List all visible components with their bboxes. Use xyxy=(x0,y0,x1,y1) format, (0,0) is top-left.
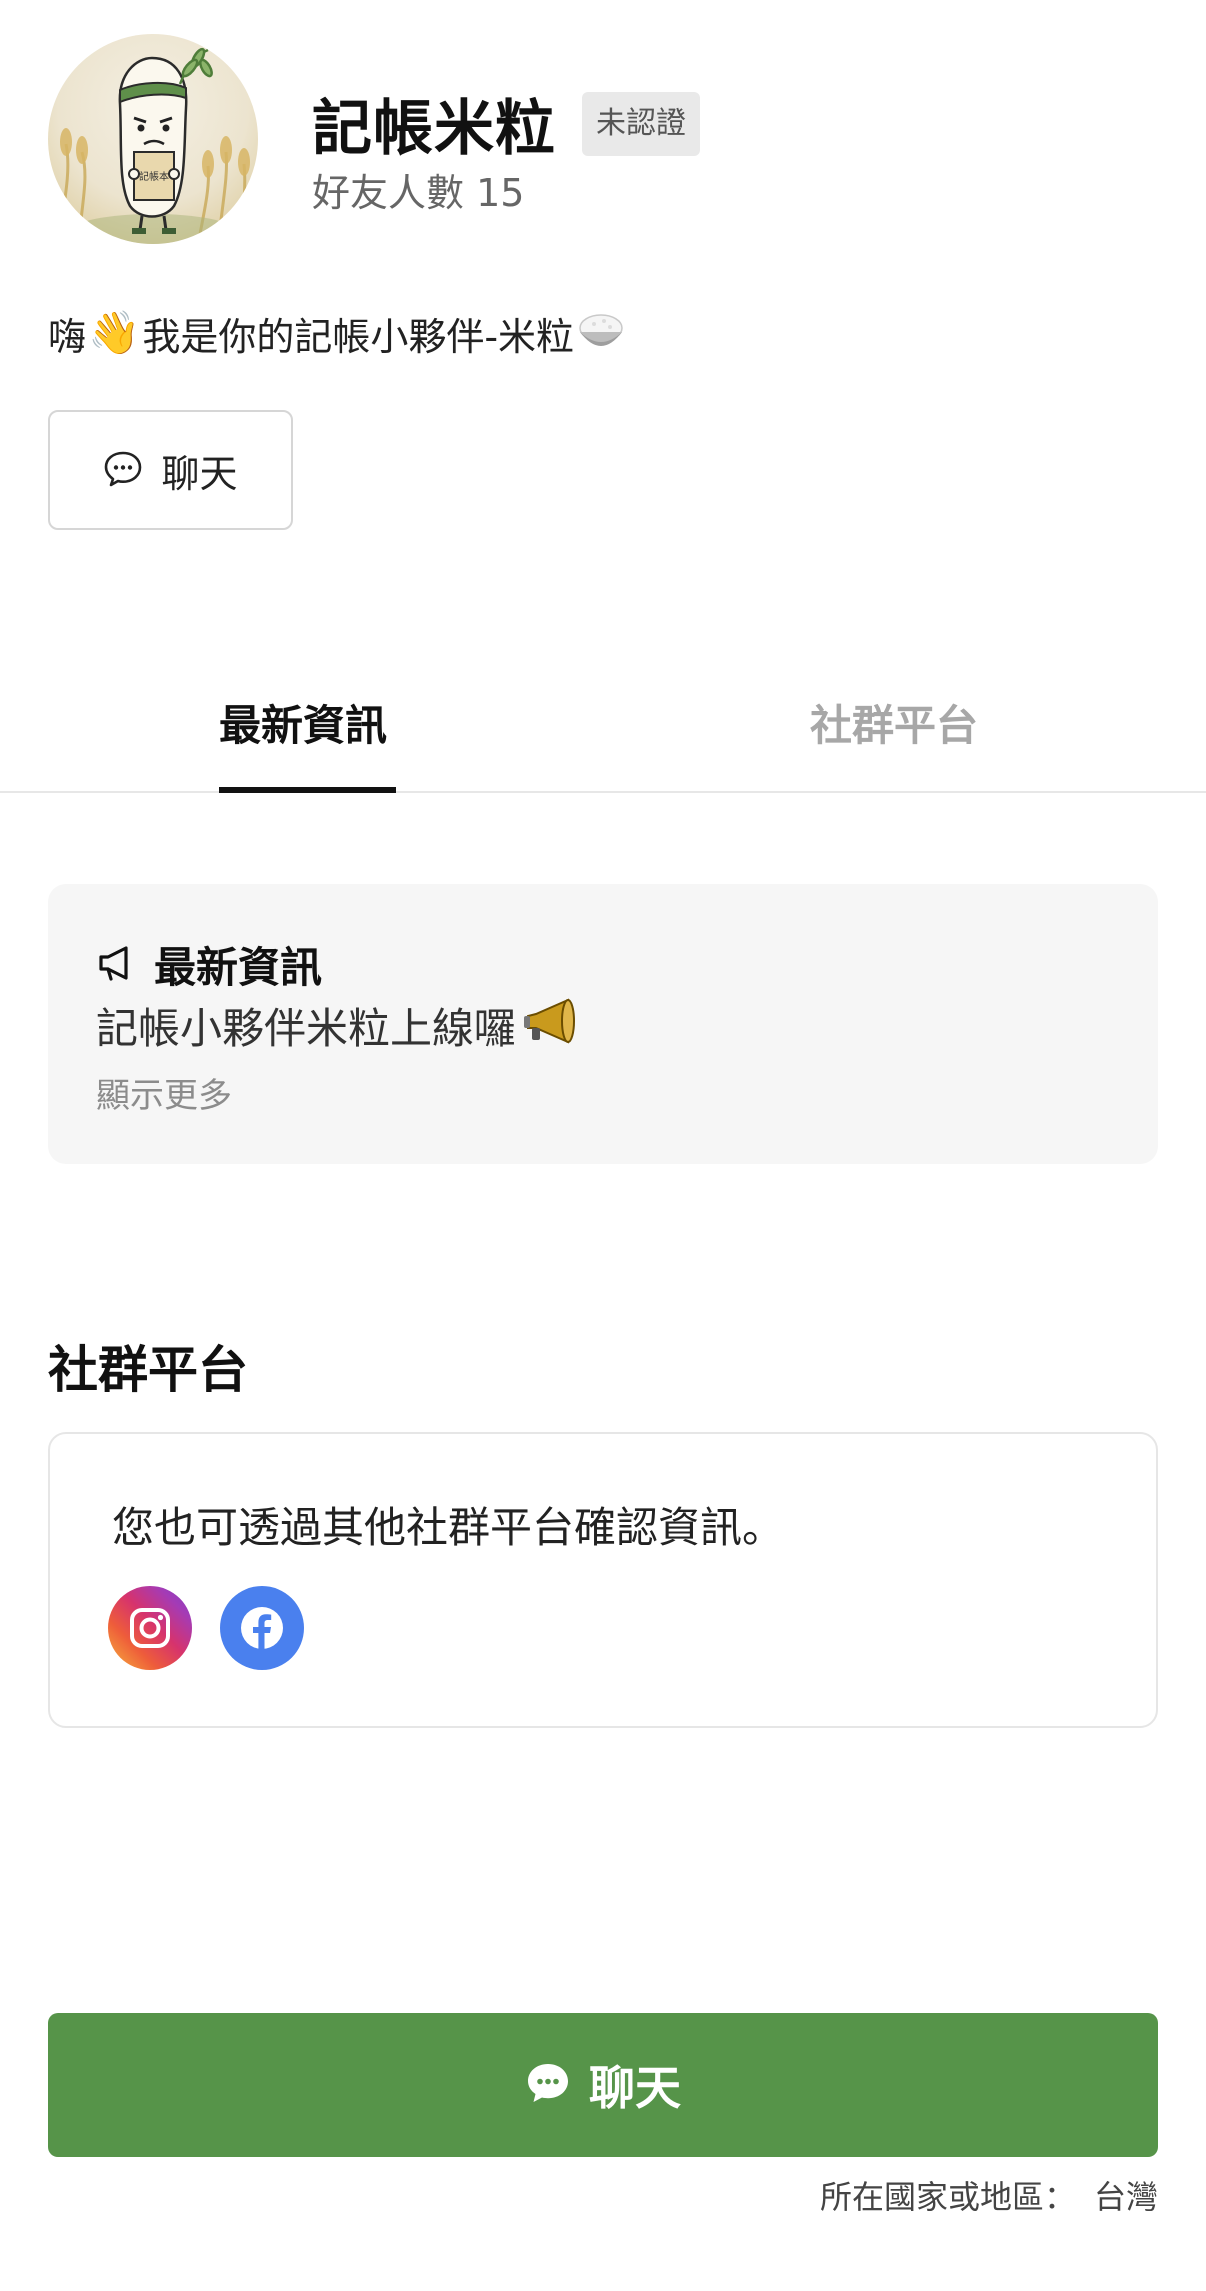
news-text: 記帳小夥伴米粒上線囉 xyxy=(96,1003,517,1053)
profile-name: 記帳米粒 xyxy=(312,94,556,164)
news-body: 記帳小夥伴米粒上線囉 xyxy=(96,994,582,1056)
news-title: 最新資訊 xyxy=(154,943,323,992)
waving-hand-icon: 👋 xyxy=(88,308,141,357)
social-section-title: 社群平台 xyxy=(48,1341,248,1399)
profile-avatar: 記帳本 xyxy=(48,34,258,244)
active-tab-indicator xyxy=(219,787,396,793)
megaphone-outline-icon xyxy=(96,943,136,987)
region-value: 台灣 xyxy=(1093,2178,1158,2216)
chat-bubble-icon xyxy=(103,448,143,492)
chat-bubble-filled-icon xyxy=(525,2060,571,2110)
facebook-icon[interactable] xyxy=(220,1586,304,1670)
region-info: 所在國家或地區： 台灣 xyxy=(820,2172,1158,2218)
social-description: 您也可透過其他社群平台確認資訊。 xyxy=(112,1503,785,1552)
bio-text: 我是你的記帳小夥伴-米粒 xyxy=(142,314,575,359)
news-header: 最新資訊 xyxy=(96,934,322,995)
profile-header: 記帳米粒 未認證 xyxy=(312,80,700,167)
news-card: 最新資訊 記帳小夥伴米粒上線囉 顯示更多 xyxy=(48,884,1158,1164)
megaphone-icon xyxy=(516,994,582,1056)
chat-button-label: 聊天 xyxy=(161,451,238,496)
social-card: 您也可透過其他社群平台確認資訊。 xyxy=(48,1432,1158,1728)
tab-bar: 最新資訊 社群平台 xyxy=(0,650,1206,793)
rice-mascot-illustration: 記帳本 xyxy=(56,47,250,244)
instagram-icon[interactable] xyxy=(108,1586,192,1670)
profile-bio: 嗨 👋 我是你的記帳小夥伴-米粒 xyxy=(48,304,626,362)
svg-text:記帳本: 記帳本 xyxy=(139,170,169,183)
tab-latest-news[interactable]: 最新資訊 xyxy=(219,692,387,753)
chat-button[interactable]: 聊天 xyxy=(48,410,293,530)
tab-social-platforms[interactable]: 社群平台 xyxy=(810,692,978,753)
friend-count: 好友人數 15 xyxy=(312,171,525,215)
bio-prefix: 嗨 xyxy=(48,314,87,359)
region-label: 所在國家或地區： xyxy=(819,2178,1076,2216)
primary-chat-button[interactable]: 聊天 xyxy=(48,2013,1158,2157)
rice-bowl-icon xyxy=(576,308,626,358)
show-more-link[interactable]: 顯示更多 xyxy=(96,1068,232,1117)
verification-badge: 未認證 xyxy=(582,91,700,156)
primary-chat-button-label: 聊天 xyxy=(589,2061,681,2115)
